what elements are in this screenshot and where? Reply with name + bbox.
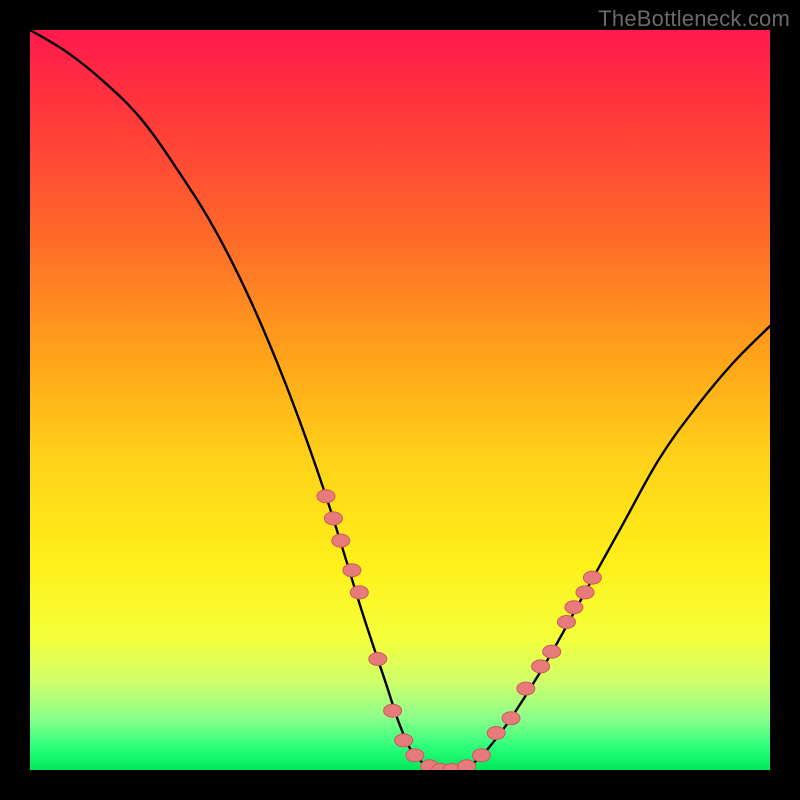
marker-dot xyxy=(369,653,387,666)
marker-dot xyxy=(576,586,594,599)
marker-dot xyxy=(487,727,505,740)
marker-dots xyxy=(317,490,601,770)
curve-svg xyxy=(30,30,770,770)
marker-dot xyxy=(317,490,335,503)
marker-dot xyxy=(502,712,520,725)
marker-dot xyxy=(343,564,361,577)
marker-dot xyxy=(332,534,350,547)
marker-dot xyxy=(406,749,424,762)
marker-dot xyxy=(532,660,550,673)
curve-layer xyxy=(30,30,770,770)
marker-dot xyxy=(558,616,576,629)
marker-dot xyxy=(517,682,535,695)
marker-dot xyxy=(458,760,476,770)
marker-dot xyxy=(324,512,342,525)
marker-dot xyxy=(543,645,561,658)
bottleneck-curve xyxy=(30,30,770,770)
plot-area xyxy=(30,30,770,770)
marker-dot xyxy=(583,571,601,584)
marker-dot xyxy=(395,734,413,747)
marker-dot xyxy=(472,749,490,762)
marker-dot xyxy=(384,704,402,717)
watermark-text: TheBottleneck.com xyxy=(598,6,790,32)
marker-dot xyxy=(350,586,368,599)
marker-dot xyxy=(565,601,583,614)
chart-frame: TheBottleneck.com xyxy=(0,0,800,800)
